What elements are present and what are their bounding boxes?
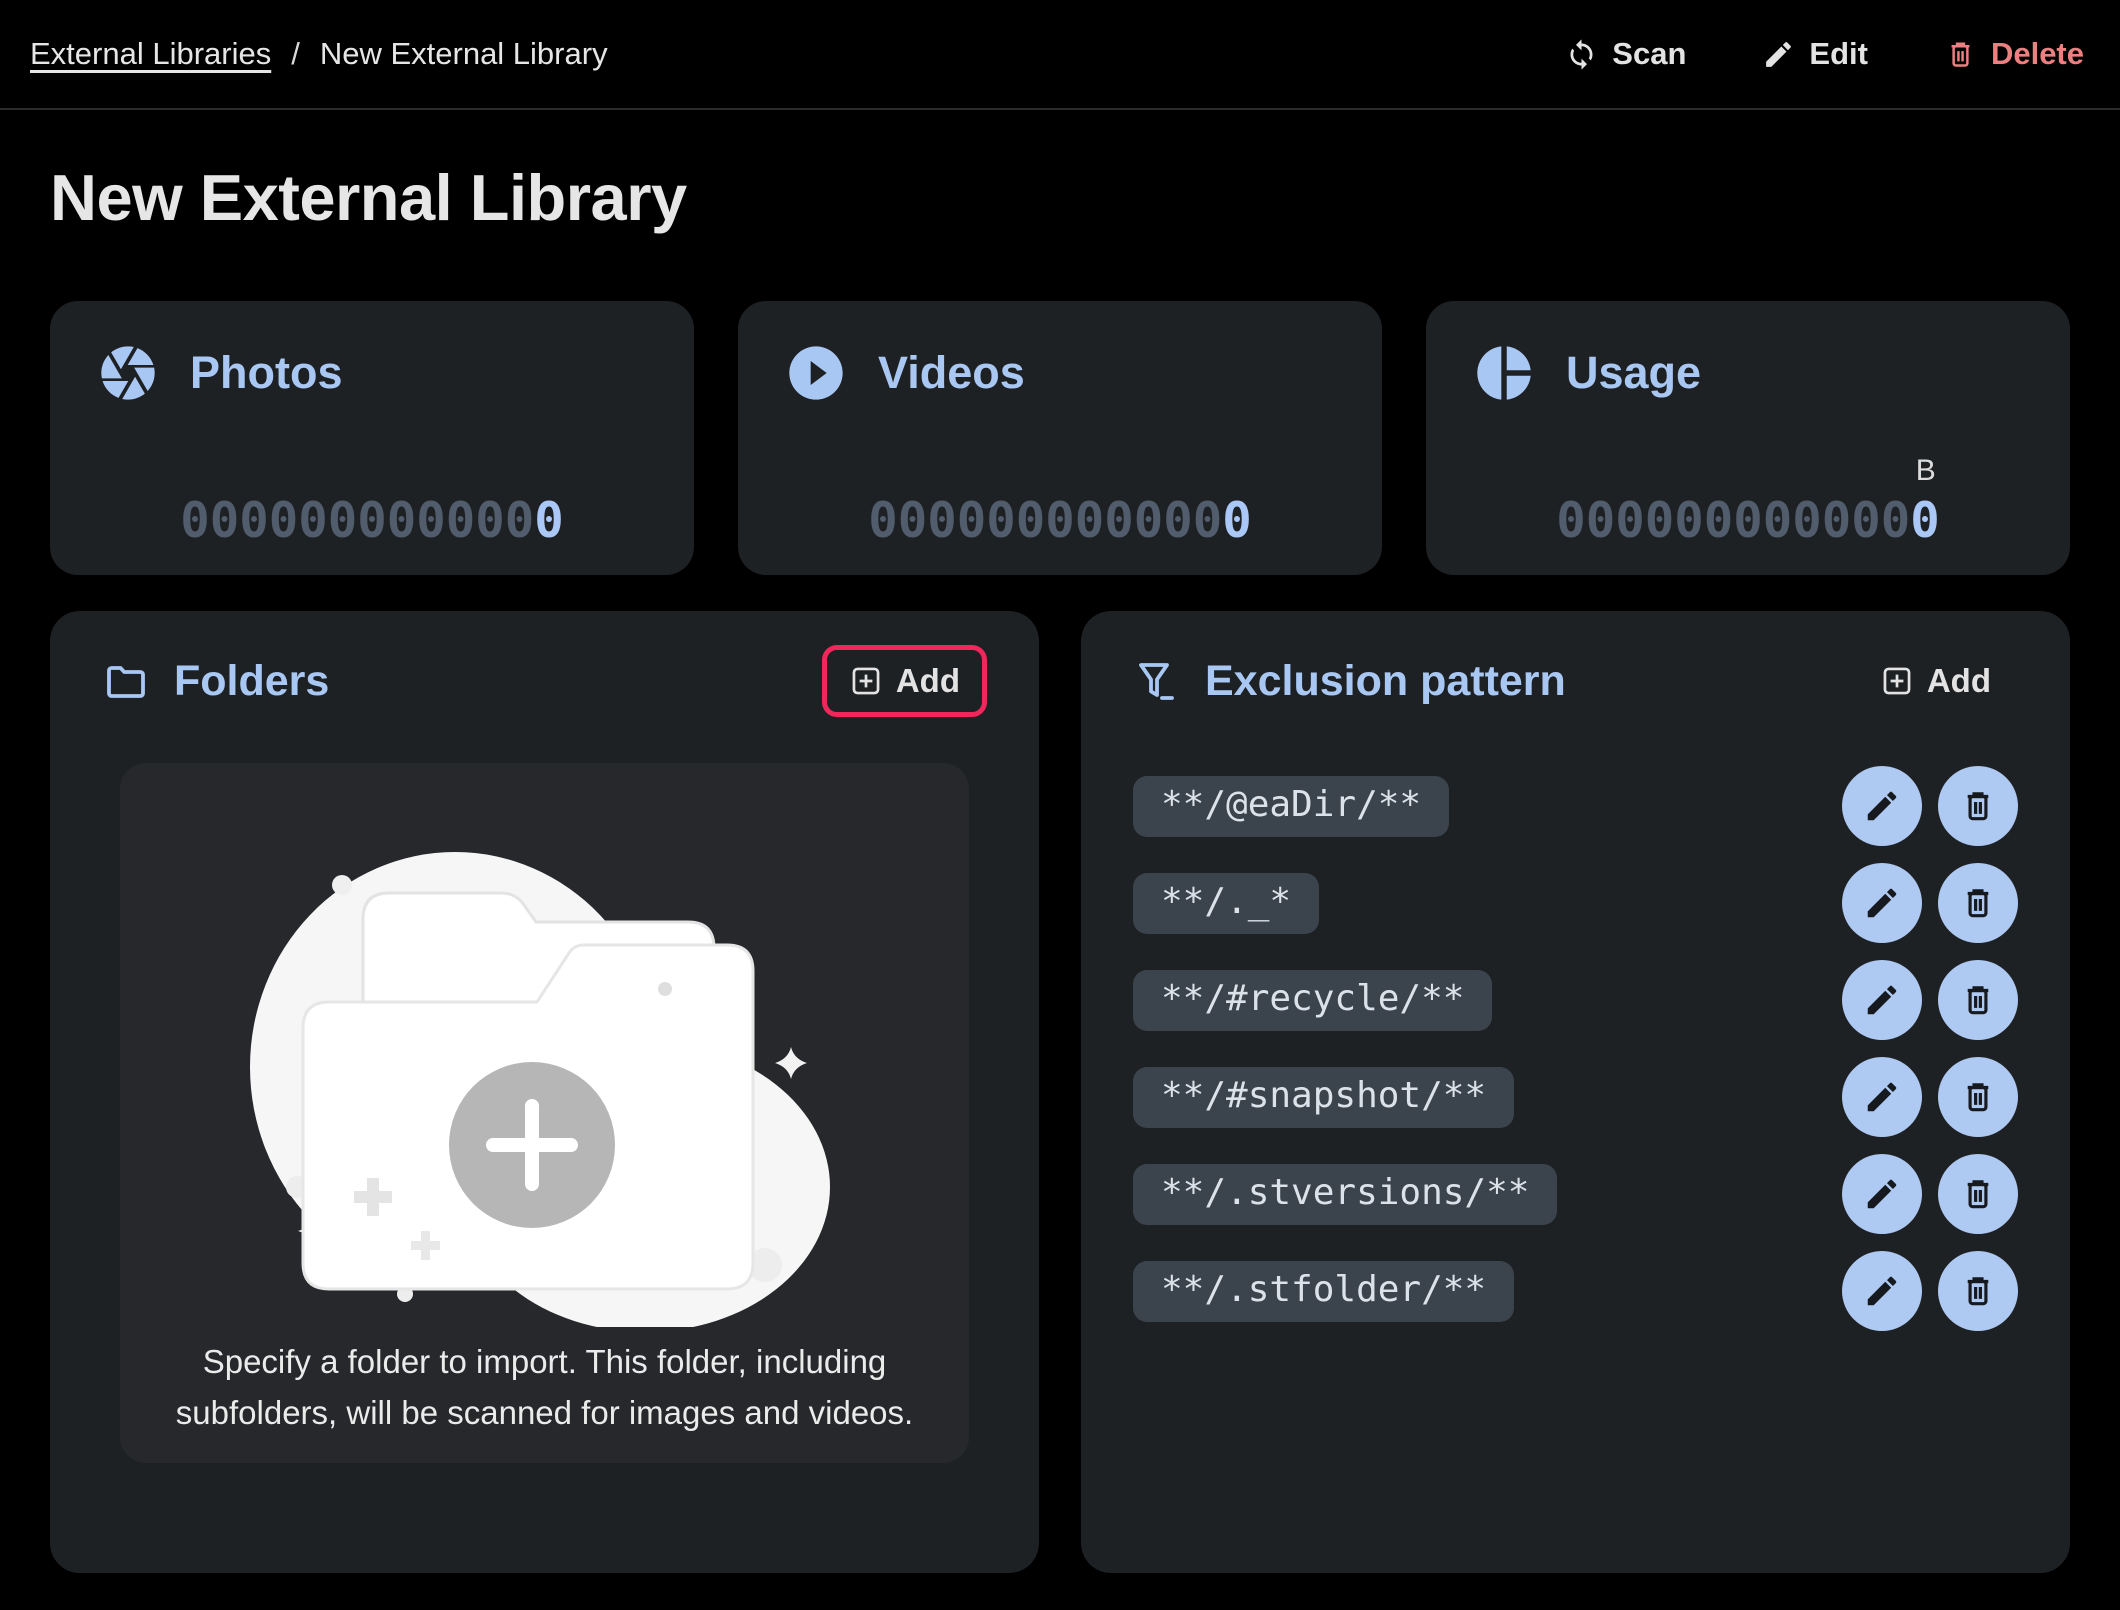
folder-icon	[102, 657, 150, 705]
empty-folder-illustration	[245, 797, 845, 1332]
stat-label: Photos	[190, 347, 343, 399]
delete-pattern-button[interactable]	[1938, 1057, 2018, 1137]
trash-icon	[1959, 1175, 1997, 1213]
plus-box-icon	[849, 664, 883, 698]
pencil-icon	[1863, 787, 1901, 825]
trash-icon	[1959, 1078, 1997, 1116]
stat-label: Videos	[878, 347, 1025, 399]
pattern-row: **/.stfolder/**	[1133, 1262, 2018, 1320]
play-circle-icon	[784, 341, 848, 405]
stat-leading-zeros: 000000000000	[180, 492, 534, 549]
folders-empty-state: Specify a folder to import. This folder,…	[120, 763, 969, 1463]
stat-number: 0	[1910, 492, 1940, 549]
add-exclusion-pattern-button[interactable]: Add	[1853, 645, 2018, 717]
delete-pattern-button[interactable]	[1938, 960, 2018, 1040]
plus-box-icon	[1880, 664, 1914, 698]
delete-pattern-button[interactable]	[1938, 766, 2018, 846]
delete-pattern-button[interactable]	[1938, 863, 2018, 943]
add-exclusion-pattern-button-label: Add	[1927, 662, 1991, 700]
pencil-icon	[1762, 38, 1795, 71]
delete-button[interactable]: Delete	[1944, 36, 2084, 72]
edit-pattern-button[interactable]	[1842, 863, 1922, 943]
folders-empty-text: Specify a folder to import. This folder,…	[140, 1336, 950, 1438]
breadcrumb-separator: /	[291, 36, 300, 72]
pattern-row: **/.stversions/**	[1133, 1165, 2018, 1223]
folders-panel-title: Folders	[174, 657, 329, 706]
stat-number: 0	[1222, 492, 1252, 549]
aperture-icon	[96, 341, 160, 405]
pencil-icon	[1863, 1175, 1901, 1213]
stat-leading-zeros: 000000000000	[868, 492, 1222, 549]
trash-icon	[1959, 981, 1997, 1019]
pencil-icon	[1863, 1272, 1901, 1310]
edit-pattern-button[interactable]	[1842, 960, 1922, 1040]
stat-label: Usage	[1566, 347, 1701, 399]
add-folder-button[interactable]: Add	[822, 645, 987, 717]
pattern-chip: **/._*	[1133, 873, 1319, 934]
trash-icon	[1959, 1272, 1997, 1310]
folders-panel: Folders Add	[50, 611, 1039, 1573]
sync-icon	[1565, 38, 1598, 71]
pattern-list: **/@eaDir/**	[1133, 777, 2018, 1359]
pencil-icon	[1863, 884, 1901, 922]
header-actions: Scan Edit Delete	[1565, 36, 2084, 72]
delete-pattern-button[interactable]	[1938, 1154, 2018, 1234]
delete-pattern-button[interactable]	[1938, 1251, 2018, 1331]
top-bar: External Libraries / New External Librar…	[0, 0, 2120, 110]
stat-number: 0	[534, 492, 564, 549]
library-detail-page: New External Library Photos 000000000000…	[0, 160, 2120, 1573]
breadcrumb-current: New External Library	[320, 36, 608, 72]
pattern-row: **/#recycle/**	[1133, 971, 2018, 1029]
edit-button[interactable]: Edit	[1762, 36, 1868, 72]
pattern-row: **/._*	[1133, 874, 2018, 932]
pattern-chip: **/.stfolder/**	[1133, 1261, 1514, 1322]
trash-icon	[1959, 884, 1997, 922]
breadcrumb-parent-link[interactable]: External Libraries	[30, 36, 271, 72]
pattern-chip: **/.stversions/**	[1133, 1164, 1557, 1225]
stat-unit	[180, 454, 564, 496]
stat-unit: B	[1556, 454, 1940, 496]
photos-stat-card: Photos 0000000000000	[50, 301, 694, 575]
stats-row: Photos 0000000000000 Videos 000000000000…	[50, 301, 2070, 575]
breadcrumb: External Libraries / New External Librar…	[30, 36, 608, 72]
edit-pattern-button[interactable]	[1842, 1057, 1922, 1137]
pattern-chip: **/@eaDir/**	[1133, 776, 1449, 837]
stat-value: 0000000000000	[180, 454, 564, 545]
trash-icon	[1959, 787, 1997, 825]
edit-button-label: Edit	[1809, 36, 1868, 72]
pattern-row: **/#snapshot/**	[1133, 1068, 2018, 1126]
pencil-icon	[1863, 1078, 1901, 1116]
filter-minus-icon	[1133, 657, 1181, 705]
page-title: New External Library	[50, 160, 2070, 235]
edit-pattern-button[interactable]	[1842, 1154, 1922, 1234]
stat-value: B 0000000000000	[1556, 454, 1940, 545]
pie-chart-icon	[1472, 341, 1536, 405]
pattern-chip: **/#recycle/**	[1133, 970, 1492, 1031]
videos-stat-card: Videos 0000000000000	[738, 301, 1382, 575]
stat-unit	[868, 454, 1252, 496]
add-folder-button-label: Add	[896, 662, 960, 700]
exclusion-pattern-panel: Exclusion pattern Add **/@eaDir/**	[1081, 611, 2070, 1573]
edit-pattern-button[interactable]	[1842, 1251, 1922, 1331]
pencil-icon	[1863, 981, 1901, 1019]
panels-row: Folders Add	[50, 611, 2070, 1573]
exclusion-panel-title: Exclusion pattern	[1205, 657, 1566, 706]
edit-pattern-button[interactable]	[1842, 766, 1922, 846]
stat-value: 0000000000000	[868, 454, 1252, 545]
delete-button-label: Delete	[1991, 36, 2084, 72]
scan-button[interactable]: Scan	[1565, 36, 1686, 72]
stat-leading-zeros: 000000000000	[1556, 492, 1910, 549]
trash-icon	[1944, 38, 1977, 71]
scan-button-label: Scan	[1612, 36, 1686, 72]
usage-stat-card: Usage B 0000000000000	[1426, 301, 2070, 575]
pattern-chip: **/#snapshot/**	[1133, 1067, 1514, 1128]
pattern-row: **/@eaDir/**	[1133, 777, 2018, 835]
